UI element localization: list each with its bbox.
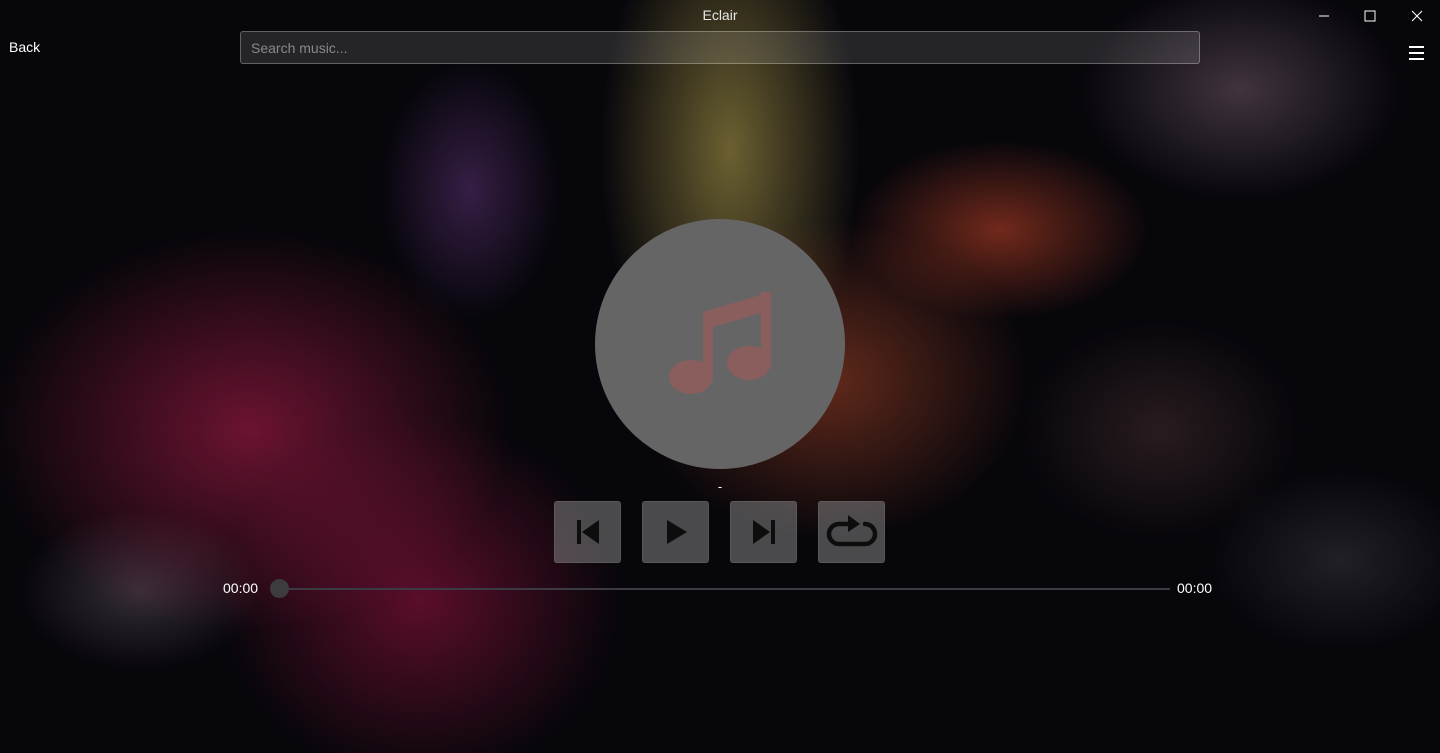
- skip-previous-icon: [576, 520, 599, 544]
- hamburger-menu-icon: [1409, 46, 1424, 60]
- search-input[interactable]: [240, 31, 1200, 64]
- total-time: 00:00: [1177, 580, 1213, 596]
- maximize-button[interactable]: [1347, 0, 1393, 32]
- title-bar: Eclair: [0, 0, 1440, 32]
- next-button[interactable]: [730, 501, 797, 563]
- back-button[interactable]: Back: [9, 39, 40, 55]
- repeat-icon: [826, 515, 877, 547]
- maximize-icon: [1364, 10, 1376, 22]
- close-button[interactable]: [1394, 0, 1440, 32]
- current-time: 00:00: [223, 580, 259, 596]
- play-button[interactable]: [642, 501, 709, 563]
- repeat-button[interactable]: [818, 501, 885, 563]
- music-player-window: Eclair Back Search music... - 00:00 00:0…: [0, 0, 1440, 753]
- track-title: -: [717, 479, 723, 494]
- skip-next-icon: [752, 520, 775, 544]
- previous-button[interactable]: [554, 501, 621, 563]
- seek-bar[interactable]: [279, 588, 1170, 590]
- menu-button[interactable]: [1406, 42, 1428, 64]
- music-note-icon: [669, 292, 771, 394]
- album-art: [595, 219, 845, 469]
- play-icon: [666, 520, 687, 544]
- window-title: Eclair: [702, 7, 738, 23]
- minimize-button[interactable]: [1301, 0, 1347, 32]
- close-icon: [1411, 10, 1423, 22]
- minimize-icon: [1319, 15, 1329, 17]
- seek-thumb[interactable]: [270, 579, 289, 598]
